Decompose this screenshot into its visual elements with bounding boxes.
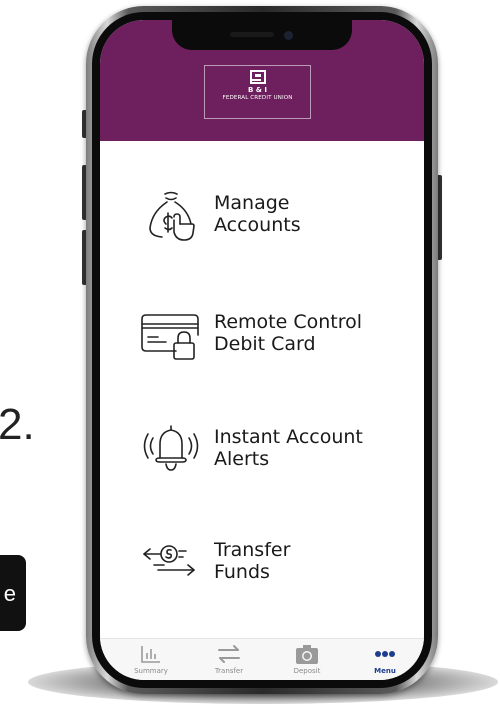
phone-notch bbox=[172, 20, 352, 50]
tab-summary[interactable]: Summary bbox=[116, 643, 186, 680]
menu-item-line2: Alerts bbox=[214, 448, 270, 470]
card-lock-icon bbox=[141, 314, 199, 360]
front-camera bbox=[284, 31, 293, 40]
menu-item-label: Remote Control Debit Card bbox=[214, 311, 362, 355]
side-tag: e bbox=[0, 555, 26, 631]
menu-item-transfer-funds[interactable]: Transfer Funds bbox=[136, 526, 416, 596]
menu-item-manage-accounts[interactable]: Manage Accounts bbox=[136, 179, 416, 249]
tab-label: Menu bbox=[374, 667, 396, 675]
bar-chart-icon bbox=[141, 646, 160, 663]
menu-item-line2: Debit Card bbox=[214, 333, 316, 355]
bottom-tab-bar: Summary Transfer Deposit Menu bbox=[100, 638, 424, 680]
tab-label: Deposit bbox=[293, 667, 321, 675]
tab-label: Summary bbox=[134, 667, 168, 675]
speaker-grille bbox=[230, 32, 274, 37]
transfer-coin-icon bbox=[143, 545, 195, 576]
credit-union-logo: B & I FEDERAL CREDIT UNION bbox=[204, 65, 311, 119]
menu-item-label: Transfer Funds bbox=[214, 539, 290, 583]
menu-item-label: Manage Accounts bbox=[214, 192, 301, 236]
menu-item-line1: Instant Account bbox=[214, 426, 363, 448]
phone-screen: B & I FEDERAL CREDIT UNION Manage Accoun… bbox=[100, 20, 424, 680]
logo-subtitle: FEDERAL CREDIT UNION bbox=[222, 95, 293, 101]
logo-mark-icon bbox=[249, 70, 266, 84]
logo-title: B & I bbox=[248, 86, 267, 94]
menu-item-remote-control-debit-card[interactable]: Remote Control Debit Card bbox=[136, 298, 416, 368]
menu-item-line1: Transfer bbox=[214, 539, 291, 561]
tab-menu[interactable]: Menu bbox=[350, 643, 420, 680]
tab-transfer[interactable]: Transfer bbox=[194, 643, 264, 680]
camera-icon bbox=[296, 645, 318, 664]
step-number: 2. bbox=[0, 400, 35, 449]
tab-deposit[interactable]: Deposit bbox=[272, 643, 342, 680]
side-tag-text: e bbox=[3, 581, 16, 606]
swap-arrows-icon bbox=[218, 645, 240, 663]
menu-item-line2: Funds bbox=[214, 561, 270, 583]
more-dots-icon bbox=[375, 651, 395, 657]
bell-alert-icon bbox=[143, 425, 199, 471]
tab-label: Transfer bbox=[214, 667, 244, 675]
menu-item-line1: Remote Control bbox=[214, 311, 363, 333]
menu-item-line2: Accounts bbox=[214, 214, 301, 236]
menu-item-line1: Manage bbox=[214, 192, 290, 214]
menu-item-label: Instant Account Alerts bbox=[214, 426, 363, 470]
money-bag-hand-icon bbox=[149, 191, 195, 241]
menu-item-instant-account-alerts[interactable]: Instant Account Alerts bbox=[136, 413, 416, 483]
